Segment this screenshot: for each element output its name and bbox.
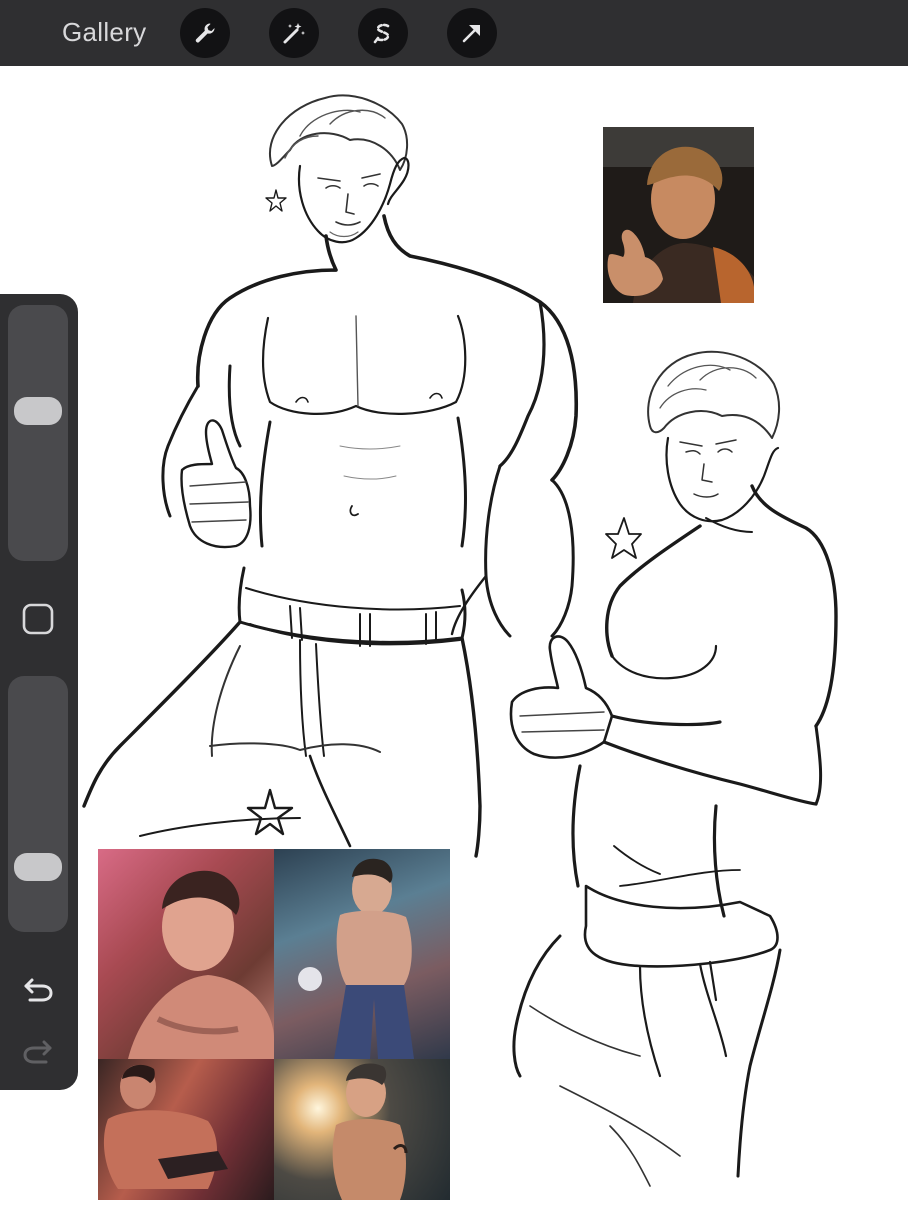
star-doodle-right: [605, 517, 642, 559]
left-figure-torso-outline: [195, 214, 579, 482]
reference-photo-top-right[interactable]: [603, 127, 754, 303]
opacity-knob[interactable]: [14, 852, 62, 881]
adjustments-button[interactable]: [269, 8, 319, 58]
collage-photo-3: [98, 1059, 274, 1200]
opacity-slider[interactable]: [8, 676, 68, 932]
collage-photo-2-image: [298, 858, 414, 1059]
right-figure-jeans: [583, 884, 779, 968]
right-thumbs-up-hand: [509, 635, 614, 759]
right-figure-face: [665, 436, 780, 523]
selection-button[interactable]: [358, 8, 408, 58]
drawing-canvas[interactable]: [0, 66, 908, 1200]
actions-button[interactable]: [180, 8, 230, 58]
top-toolbar: Gallery: [0, 0, 908, 66]
collage-photo-4: [274, 1059, 450, 1200]
reference-photo-collage[interactable]: [98, 849, 450, 1200]
reference-photo-image: [603, 127, 754, 303]
collage-photo-1-image: [128, 870, 274, 1059]
collage-photo-2: [274, 849, 450, 1059]
selection-s-icon: [373, 23, 390, 44]
transform-arrow-icon: [462, 25, 480, 43]
redo-icon[interactable]: [20, 1032, 56, 1068]
collage-photo-4-image: [332, 1063, 408, 1200]
gallery-button[interactable]: Gallery: [62, 17, 146, 48]
left-figure-hair: [269, 94, 408, 171]
right-figure-torso-outline: [605, 484, 838, 728]
left-sidebar: [0, 294, 78, 1090]
magic-wand-icon: [283, 23, 305, 44]
collage-photo-1: [98, 849, 274, 1059]
star-doodle-small: [265, 189, 287, 212]
collage-photo-3-image: [103, 1064, 228, 1189]
left-figure-face: [297, 156, 410, 244]
brush-size-slider[interactable]: [8, 305, 68, 561]
square-modify-icon[interactable]: [21, 602, 55, 636]
transform-button[interactable]: [447, 8, 497, 58]
brush-size-knob[interactable]: [14, 397, 62, 426]
wrench-icon: [195, 23, 215, 43]
undo-icon[interactable]: [20, 970, 56, 1006]
star-doodle: [246, 788, 294, 836]
